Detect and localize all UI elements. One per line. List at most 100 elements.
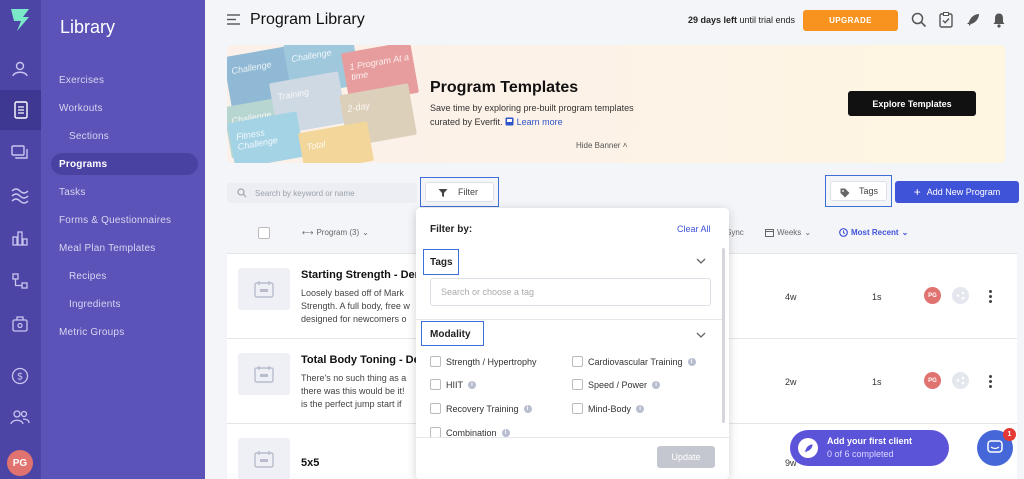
team-icon[interactable] <box>9 406 31 428</box>
modality-option-speed-power[interactable]: Speed / Power i <box>572 379 661 390</box>
program-title[interactable]: Starting Strength - Der <box>301 269 419 281</box>
clock-icon <box>839 228 848 237</box>
modality-option-mind-body[interactable]: Mind-Body i <box>572 403 645 414</box>
tag-search-input[interactable]: Search or choose a tag <box>430 278 711 306</box>
sidebar-item-ingredients[interactable]: Ingredients <box>51 293 198 315</box>
sidebar-title: Library <box>60 17 116 37</box>
popup-scrollbar[interactable] <box>722 248 725 423</box>
library-icon[interactable] <box>0 90 41 130</box>
sidebar-item-tasks[interactable]: Tasks <box>51 181 198 203</box>
sidebar-item-workouts[interactable]: Workouts <box>51 97 198 119</box>
upgrade-button[interactable]: UPGRADE <box>803 10 898 31</box>
chevron-up-icon: ˄ <box>622 141 628 150</box>
checkbox[interactable] <box>572 379 583 390</box>
program-title[interactable]: Total Body Toning - De <box>301 354 420 366</box>
calendar-icon <box>254 366 274 383</box>
modality-option-hiit[interactable]: HIIT i <box>430 379 476 390</box>
learn-more-link[interactable]: Learn more <box>505 117 563 127</box>
packages-icon[interactable] <box>9 313 31 335</box>
search-input[interactable]: Search by keyword or name <box>227 183 417 203</box>
onboarding-progress: 0 of 6 completed <box>827 449 894 459</box>
checkbox[interactable] <box>430 356 441 367</box>
sidebar-item-programs[interactable]: Programs <box>51 153 198 175</box>
program-weeks: 4w <box>785 292 797 302</box>
info-icon[interactable]: i <box>687 357 696 366</box>
checkbox[interactable] <box>572 403 583 414</box>
column-program[interactable]: ⟷ Program (3) ⌄ <box>302 228 369 237</box>
owner-avatar: PG <box>924 372 941 389</box>
sort-most-recent[interactable]: Most Recent ⌄ <box>839 228 908 237</box>
select-all-checkbox[interactable] <box>258 227 270 239</box>
modality-section-header[interactable]: Modality <box>421 321 484 346</box>
notification-bell-icon[interactable] <box>991 12 1007 28</box>
filter-button[interactable]: Filter <box>420 177 499 207</box>
payments-icon[interactable]: $ <box>9 365 31 387</box>
modality-option-cardio[interactable]: Cardiovascular Training i <box>572 356 696 367</box>
program-description: There's no such thing as a there was this… <box>301 373 407 409</box>
filter-funnel-icon <box>438 189 448 197</box>
everfit-logo-icon[interactable] <box>9 7 31 33</box>
modality-option-strength[interactable]: Strength / Hypertrophy <box>430 356 537 367</box>
workflow-icon[interactable] <box>9 270 31 292</box>
more-options-icon[interactable] <box>986 372 994 390</box>
share-icon[interactable] <box>952 372 969 389</box>
checkbox[interactable] <box>572 356 583 367</box>
update-button[interactable]: Update <box>657 446 715 468</box>
share-icon[interactable] <box>952 287 969 304</box>
search-icon <box>237 188 247 198</box>
program-sync: 1s <box>872 292 882 302</box>
hide-banner-button[interactable]: Hide Banner ˄ <box>576 141 627 150</box>
filter-label: Filter <box>425 182 494 202</box>
clients-icon[interactable] <box>9 58 31 80</box>
library-sidebar: Library Exercises Workouts Sections Prog… <box>41 0 205 479</box>
sidebar-item-metric-groups[interactable]: Metric Groups <box>51 321 198 343</box>
onboarding-title: Add your first client <box>827 436 913 446</box>
modality-option-recovery[interactable]: Recovery Training i <box>430 403 532 414</box>
rocket-icon[interactable] <box>965 12 981 28</box>
plus-icon: + <box>913 185 921 199</box>
owner-avatar: PG <box>924 287 941 304</box>
tags-section-header[interactable]: Tags <box>423 249 459 275</box>
column-resize-icon: ⟷ <box>302 228 314 237</box>
tags-section-label: Tags <box>430 257 453 268</box>
chevron-down-icon[interactable] <box>696 332 706 338</box>
calendar-icon <box>254 281 274 298</box>
banner-description: Save time by exploring pre-built program… <box>430 103 634 127</box>
onboarding-checklist-button[interactable]: Add your first client 0 of 6 completed <box>790 430 949 466</box>
analytics-icon[interactable] <box>9 227 31 249</box>
column-weeks[interactable]: Weeks ⌄ <box>765 228 811 237</box>
task-checklist-icon[interactable] <box>938 12 954 28</box>
info-icon[interactable]: i <box>636 404 645 413</box>
top-header: Program Library 29 days left until trial… <box>205 0 1024 40</box>
sidebar-item-sections[interactable]: Sections <box>51 125 198 147</box>
info-icon[interactable]: i <box>523 404 532 413</box>
chevron-down-icon: ⌄ <box>804 228 812 237</box>
search-icon[interactable] <box>911 12 927 28</box>
chevron-down-icon[interactable] <box>696 258 706 264</box>
add-new-program-button[interactable]: + Add New Program <box>895 181 1019 203</box>
inbox-icon[interactable] <box>9 141 31 163</box>
checkbox[interactable] <box>430 379 441 390</box>
svg-text:$: $ <box>17 372 23 383</box>
sidebar-item-recipes[interactable]: Recipes <box>51 265 198 287</box>
program-title[interactable]: 5x5 <box>301 457 319 469</box>
more-options-icon[interactable] <box>986 287 994 305</box>
sidebar-item-meal-plans[interactable]: Meal Plan Templates <box>51 237 198 259</box>
clear-all-button[interactable]: Clear All <box>677 224 711 234</box>
autoflow-icon[interactable] <box>9 184 31 206</box>
info-icon[interactable]: i <box>468 380 476 389</box>
chat-support-button[interactable]: 1 <box>977 428 1016 466</box>
checkbox[interactable] <box>430 403 441 414</box>
sidebar-item-forms[interactable]: Forms & Questionnaires <box>51 209 198 231</box>
info-icon[interactable]: i <box>652 380 661 389</box>
filter-popup: Filter by: Clear All Tags Search or choo… <box>416 208 729 479</box>
page-title: Program Library <box>250 11 365 28</box>
tags-button[interactable]: Tags <box>825 175 892 207</box>
icon-rail: $ PG <box>0 0 41 479</box>
info-icon[interactable]: i <box>501 428 510 437</box>
sidebar-item-exercises[interactable]: Exercises <box>51 69 198 91</box>
collapse-menu-icon[interactable] <box>227 14 240 25</box>
explore-templates-button[interactable]: Explore Templates <box>848 91 976 116</box>
user-avatar[interactable]: PG <box>7 450 33 476</box>
tags-label: Tags <box>830 181 887 201</box>
